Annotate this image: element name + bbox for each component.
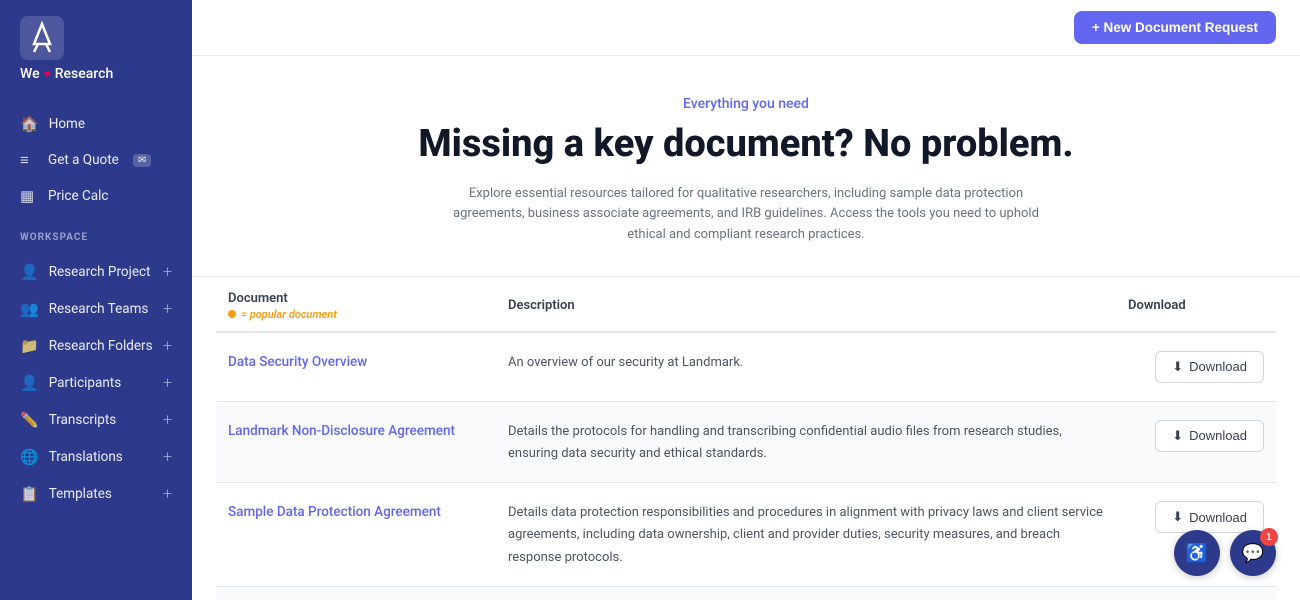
sidebar-item-get-a-quote[interactable]: ≡ Get a Quote ✉ — [0, 142, 192, 178]
col-document: Document = popular document — [216, 277, 496, 332]
doc-name-cell: Sample Data Protection Agreement — [216, 483, 496, 586]
translations-icon: 🌐 — [20, 448, 39, 466]
doc-download-cell: ⬇ Download — [1116, 401, 1276, 482]
table-row: Sample Data Protection Agreement Details… — [216, 483, 1276, 586]
chat-icon: 💬 — [1242, 543, 1264, 564]
col-download: Download — [1116, 277, 1276, 332]
download-icon: ⬇ — [1172, 359, 1183, 375]
doc-desc-cell: Details the protocols for handling and t… — [496, 401, 1116, 482]
app-logo — [20, 16, 64, 60]
popular-dot-icon — [228, 310, 236, 318]
doc-desc-data-security: An overview of our security at Landmark. — [508, 355, 743, 370]
hero-description: Explore essential resources tailored for… — [436, 184, 1056, 246]
sidebar-item-home[interactable]: 🏠 Home — [0, 106, 192, 142]
sidebar-item-participants[interactable]: 👤 Participants + — [0, 364, 192, 401]
content-area: Everything you need Missing a key docume… — [192, 56, 1300, 600]
logo-area: We ♥ Research — [0, 0, 192, 102]
download-icon: ⬇ — [1172, 509, 1183, 525]
transcripts-icon: ✏️ — [20, 411, 39, 429]
workspace-label: WORKSPACE — [0, 218, 192, 249]
sidebar-item-research-project[interactable]: 👤 Research Project + — [0, 253, 192, 290]
table-header-row: Document = popular document Description … — [216, 277, 1276, 332]
plus-icon: + — [163, 373, 172, 392]
doc-name-data-protection[interactable]: Sample Data Protection Agreement — [228, 504, 441, 520]
quote-icon: ≡ — [20, 151, 38, 169]
doc-name-cell: Landmark Non-Disclosure Agreement — [216, 401, 496, 482]
col-description: Description — [496, 277, 1116, 332]
brand-name: We ♥ Research — [20, 66, 113, 94]
hero-title: Missing a key document? No problem. — [252, 122, 1240, 168]
sidebar-item-label: Home — [49, 116, 85, 132]
doc-name-cell: Data Security Overview — [216, 332, 496, 402]
doc-download-cell: ⬇ Download — [1116, 332, 1276, 402]
workspace-nav: 👤 Research Project + 👥 Research Teams + … — [0, 249, 192, 516]
sidebar-item-label: Transcripts — [49, 412, 117, 428]
doc-name-data-security[interactable]: Data Security Overview — [228, 354, 367, 370]
sidebar-item-price-calc[interactable]: ▦ Price Calc — [0, 178, 192, 214]
research-teams-icon: 👥 — [20, 300, 39, 318]
hero-subtitle: Everything you need — [252, 96, 1240, 112]
doc-name-nda[interactable]: Landmark Non-Disclosure Agreement — [228, 423, 455, 439]
sidebar-item-research-folders[interactable]: 📁 Research Folders + — [0, 327, 192, 364]
accessibility-button[interactable]: ♿ — [1174, 530, 1220, 576]
calc-icon: ▦ — [20, 187, 38, 205]
plus-icon: + — [163, 299, 172, 318]
sidebar: We ♥ Research 🏠 Home ≡ Get a Quote ✉ ▦ P… — [0, 0, 192, 600]
home-icon: 🏠 — [20, 115, 39, 133]
download-icon: ⬇ — [1172, 428, 1183, 444]
sidebar-item-label: Research Project — [49, 264, 151, 280]
download-data-security-button[interactable]: ⬇ Download — [1155, 351, 1264, 383]
new-document-request-button[interactable]: + New Document Request — [1074, 11, 1276, 44]
main-area: + New Document Request Everything you ne… — [192, 0, 1300, 600]
sidebar-item-label: Research Folders — [49, 338, 153, 354]
plus-icon: + — [163, 336, 172, 355]
chat-button[interactable]: 💬 1 — [1230, 530, 1276, 576]
empty-row-cell — [216, 586, 1276, 600]
accessibility-icon: ♿ — [1186, 543, 1208, 564]
doc-desc-nda: Details the protocols for handling and t… — [508, 424, 1062, 461]
doc-desc-cell: Details data protection responsibilities… — [496, 483, 1116, 586]
download-data-protection-button[interactable]: ⬇ Download — [1155, 501, 1264, 533]
table-row: Landmark Non-Disclosure Agreement Detail… — [216, 401, 1276, 482]
sidebar-item-transcripts[interactable]: ✏️ Transcripts + — [0, 401, 192, 438]
main-nav: 🏠 Home ≡ Get a Quote ✉ ▦ Price Calc — [0, 102, 192, 218]
research-project-icon: 👤 — [20, 263, 39, 281]
sidebar-item-label: Get a Quote — [48, 152, 119, 168]
sidebar-item-translations[interactable]: 🌐 Translations + — [0, 438, 192, 475]
plus-icon: + — [163, 447, 172, 466]
hero-section: Everything you need Missing a key docume… — [192, 56, 1300, 277]
doc-desc-cell: An overview of our security at Landmark. — [496, 332, 1116, 402]
table-row: Data Security Overview An overview of ou… — [216, 332, 1276, 402]
research-folders-icon: 📁 — [20, 337, 39, 355]
templates-icon: 📋 — [20, 485, 39, 503]
sidebar-item-label: Translations — [49, 449, 123, 465]
documents-table: Document = popular document Description … — [216, 277, 1276, 600]
floating-buttons: ♿ 💬 1 — [1174, 530, 1276, 576]
sidebar-item-label: Templates — [49, 486, 112, 502]
sidebar-item-label: Participants — [49, 375, 122, 391]
quote-badge-icon: ✉ — [133, 154, 151, 167]
sidebar-item-research-teams[interactable]: 👥 Research Teams + — [0, 290, 192, 327]
download-nda-button[interactable]: ⬇ Download — [1155, 420, 1264, 452]
sidebar-item-label: Research Teams — [49, 301, 149, 317]
chat-badge: 1 — [1260, 528, 1278, 546]
table-body: Data Security Overview An overview of ou… — [216, 332, 1276, 600]
sidebar-item-templates[interactable]: 📋 Templates + — [0, 475, 192, 512]
doc-desc-data-protection: Details data protection responsibilities… — [508, 505, 1103, 564]
plus-icon: + — [163, 410, 172, 429]
popular-label: = popular document — [228, 308, 484, 321]
documents-table-wrapper: Document = popular document Description … — [192, 277, 1300, 600]
plus-icon: + — [163, 484, 172, 503]
sidebar-item-label: Price Calc — [48, 188, 108, 204]
table-row — [216, 586, 1276, 600]
topbar: + New Document Request — [192, 0, 1300, 56]
heart-icon: ♥ — [44, 67, 51, 81]
plus-icon: + — [163, 262, 172, 281]
participants-icon: 👤 — [20, 374, 39, 392]
